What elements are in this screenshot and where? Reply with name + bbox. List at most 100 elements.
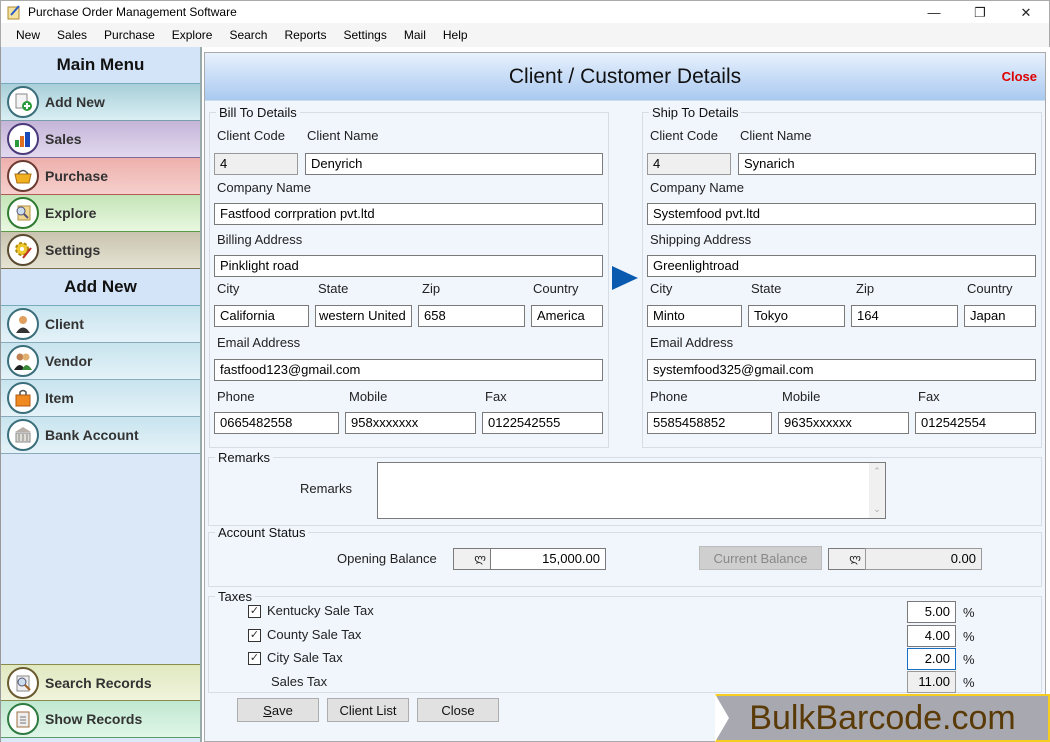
restore-button[interactable]: ❐ xyxy=(957,1,1003,24)
bill-email-field[interactable]: fastfood123@gmail.com xyxy=(214,359,603,381)
ship-phone-field[interactable]: 5585458852 xyxy=(647,412,772,434)
county-tax-field[interactable]: 4.00 xyxy=(907,625,956,647)
kentucky-tax-field[interactable]: 5.00 xyxy=(907,601,956,623)
sidebar-item-label: Vendor xyxy=(45,353,93,369)
current-balance-button[interactable]: Current Balance xyxy=(699,546,822,570)
sidebar-item-label: Explore xyxy=(45,205,97,221)
sidebar-item-purchase[interactable]: Purchase xyxy=(1,158,200,195)
county-tax-checkbox[interactable]: ✓ xyxy=(248,629,261,642)
shopping-bag-icon xyxy=(7,382,39,414)
main-menu-heading: Main Menu xyxy=(1,47,200,84)
bill-company-name-field[interactable]: Fastfood corrpration pvt.ltd xyxy=(214,203,603,225)
sidebar-item-bank-account[interactable]: Bank Account xyxy=(1,417,200,454)
minimize-icon: — xyxy=(927,5,941,20)
remarks-textarea[interactable]: ⌃ ⌄ xyxy=(377,462,886,519)
bill-mobile-label: Mobile xyxy=(349,389,388,404)
bill-country-field[interactable]: America xyxy=(531,305,603,327)
close-link[interactable]: Close xyxy=(1002,69,1037,84)
billing-address-field[interactable]: Pinklight road xyxy=(214,255,603,277)
bill-client-name-field[interactable]: Denyrich xyxy=(305,153,603,175)
ship-state-field[interactable]: Tokyo xyxy=(748,305,845,327)
sidebar-item-vendor[interactable]: Vendor xyxy=(1,343,200,380)
ship-phone-label: Phone xyxy=(650,389,688,404)
ship-client-code-field[interactable]: 4 xyxy=(647,153,731,175)
kentucky-tax-checkbox[interactable]: ✓ xyxy=(248,605,261,618)
menu-mail[interactable]: Mail xyxy=(396,25,434,45)
sidebar-item-search-records[interactable]: Search Records xyxy=(1,664,200,701)
copy-arrow-icon[interactable] xyxy=(612,266,638,290)
sales-chart-icon xyxy=(7,123,39,155)
close-window-button[interactable]: ✕ xyxy=(1003,1,1049,24)
sidebar-item-label: Settings xyxy=(45,242,101,258)
sidebar-item-label: Purchase xyxy=(45,168,109,184)
sidebar-item-sales[interactable]: Sales xyxy=(1,121,200,158)
add-document-icon xyxy=(7,86,39,118)
opening-currency-symbol: ლ xyxy=(453,548,491,570)
sidebar-item-client[interactable]: Client xyxy=(1,306,200,343)
ship-city-field[interactable]: Minto xyxy=(647,305,742,327)
sidebar: Main Menu Add New Sales Purchase Explore… xyxy=(0,47,202,742)
scroll-down-icon[interactable]: ⌄ xyxy=(873,504,881,515)
ship-email-label: Email Address xyxy=(650,335,734,350)
client-list-button[interactable]: Client List xyxy=(327,698,409,722)
sidebar-item-label: Sales xyxy=(45,131,82,147)
page-title: Client / Customer Details xyxy=(508,64,742,88)
menu-purchase[interactable]: Purchase xyxy=(96,25,163,45)
minimize-button[interactable]: — xyxy=(911,1,957,24)
save-mnemonic: S xyxy=(263,702,272,718)
city-tax-field[interactable]: 2.00 xyxy=(907,648,956,670)
menu-sales[interactable]: Sales xyxy=(49,25,95,45)
ship-client-name-label: Client Name xyxy=(740,128,812,143)
ship-email-field[interactable]: systemfood325@gmail.com xyxy=(647,359,1036,381)
bill-client-code-label: Client Code xyxy=(217,128,285,143)
save-button[interactable]: Save xyxy=(237,698,319,722)
ship-country-label: Country xyxy=(967,281,1013,296)
bill-email-label: Email Address xyxy=(217,335,301,350)
city-tax-label: City Sale Tax xyxy=(267,650,343,665)
ship-mobile-field[interactable]: 9635xxxxxx xyxy=(778,412,909,434)
ship-fax-field[interactable]: 012542554 xyxy=(915,412,1036,434)
billing-address-label: Billing Address xyxy=(217,232,303,247)
menu-settings[interactable]: Settings xyxy=(336,25,395,45)
sales-tax-total-field: 11.00 xyxy=(907,671,956,693)
ship-client-name-field[interactable]: Synarich xyxy=(738,153,1036,175)
restore-icon: ❐ xyxy=(974,4,986,20)
bill-state-field[interactable]: western United xyxy=(315,305,412,327)
bill-city-field[interactable]: California xyxy=(214,305,309,327)
watermark-notch xyxy=(715,694,729,742)
ship-zip-field[interactable]: 164 xyxy=(851,305,958,327)
bill-fax-label: Fax xyxy=(485,389,507,404)
sidebar-item-item[interactable]: Item xyxy=(1,380,200,417)
bill-phone-label: Phone xyxy=(217,389,255,404)
menu-help[interactable]: Help xyxy=(435,25,476,45)
menu-new[interactable]: New xyxy=(8,25,48,45)
menu-reports[interactable]: Reports xyxy=(276,25,334,45)
shipping-address-field[interactable]: Greenlightroad xyxy=(647,255,1036,277)
city-tax-checkbox[interactable]: ✓ xyxy=(248,652,261,665)
remarks-scrollbar[interactable]: ⌃ ⌄ xyxy=(869,463,885,518)
percent-sign: % xyxy=(963,652,975,667)
add-new-heading: Add New xyxy=(1,269,200,306)
bill-client-code-field[interactable]: 4 xyxy=(214,153,298,175)
sidebar-item-add-new[interactable]: Add New xyxy=(1,84,200,121)
ship-state-label: State xyxy=(751,281,782,296)
bill-phone-field[interactable]: 0665482558 xyxy=(214,412,339,434)
bill-fax-field[interactable]: 0122542555 xyxy=(482,412,603,434)
sidebar-item-settings[interactable]: Settings xyxy=(1,232,200,269)
opening-balance-field[interactable]: 15,000.00 xyxy=(490,548,606,570)
menu-search[interactable]: Search xyxy=(221,25,275,45)
client-details-panel: Client / Customer Details Close Bill To … xyxy=(204,52,1046,742)
bank-building-icon xyxy=(7,419,39,451)
app-icon xyxy=(6,4,22,20)
sidebar-item-label: Show Records xyxy=(45,711,143,727)
sidebar-item-show-records[interactable]: Show Records xyxy=(1,701,200,738)
bill-zip-field[interactable]: 658 xyxy=(418,305,525,327)
close-button[interactable]: Close xyxy=(417,698,499,722)
menu-explore[interactable]: Explore xyxy=(164,25,221,45)
sidebar-item-explore[interactable]: Explore xyxy=(1,195,200,232)
shipping-address-label: Shipping Address xyxy=(650,232,752,247)
bill-mobile-field[interactable]: 958xxxxxxx xyxy=(345,412,476,434)
ship-company-name-field[interactable]: Systemfood pvt.ltd xyxy=(647,203,1036,225)
ship-country-field[interactable]: Japan xyxy=(964,305,1036,327)
scroll-up-icon[interactable]: ⌃ xyxy=(873,466,881,477)
